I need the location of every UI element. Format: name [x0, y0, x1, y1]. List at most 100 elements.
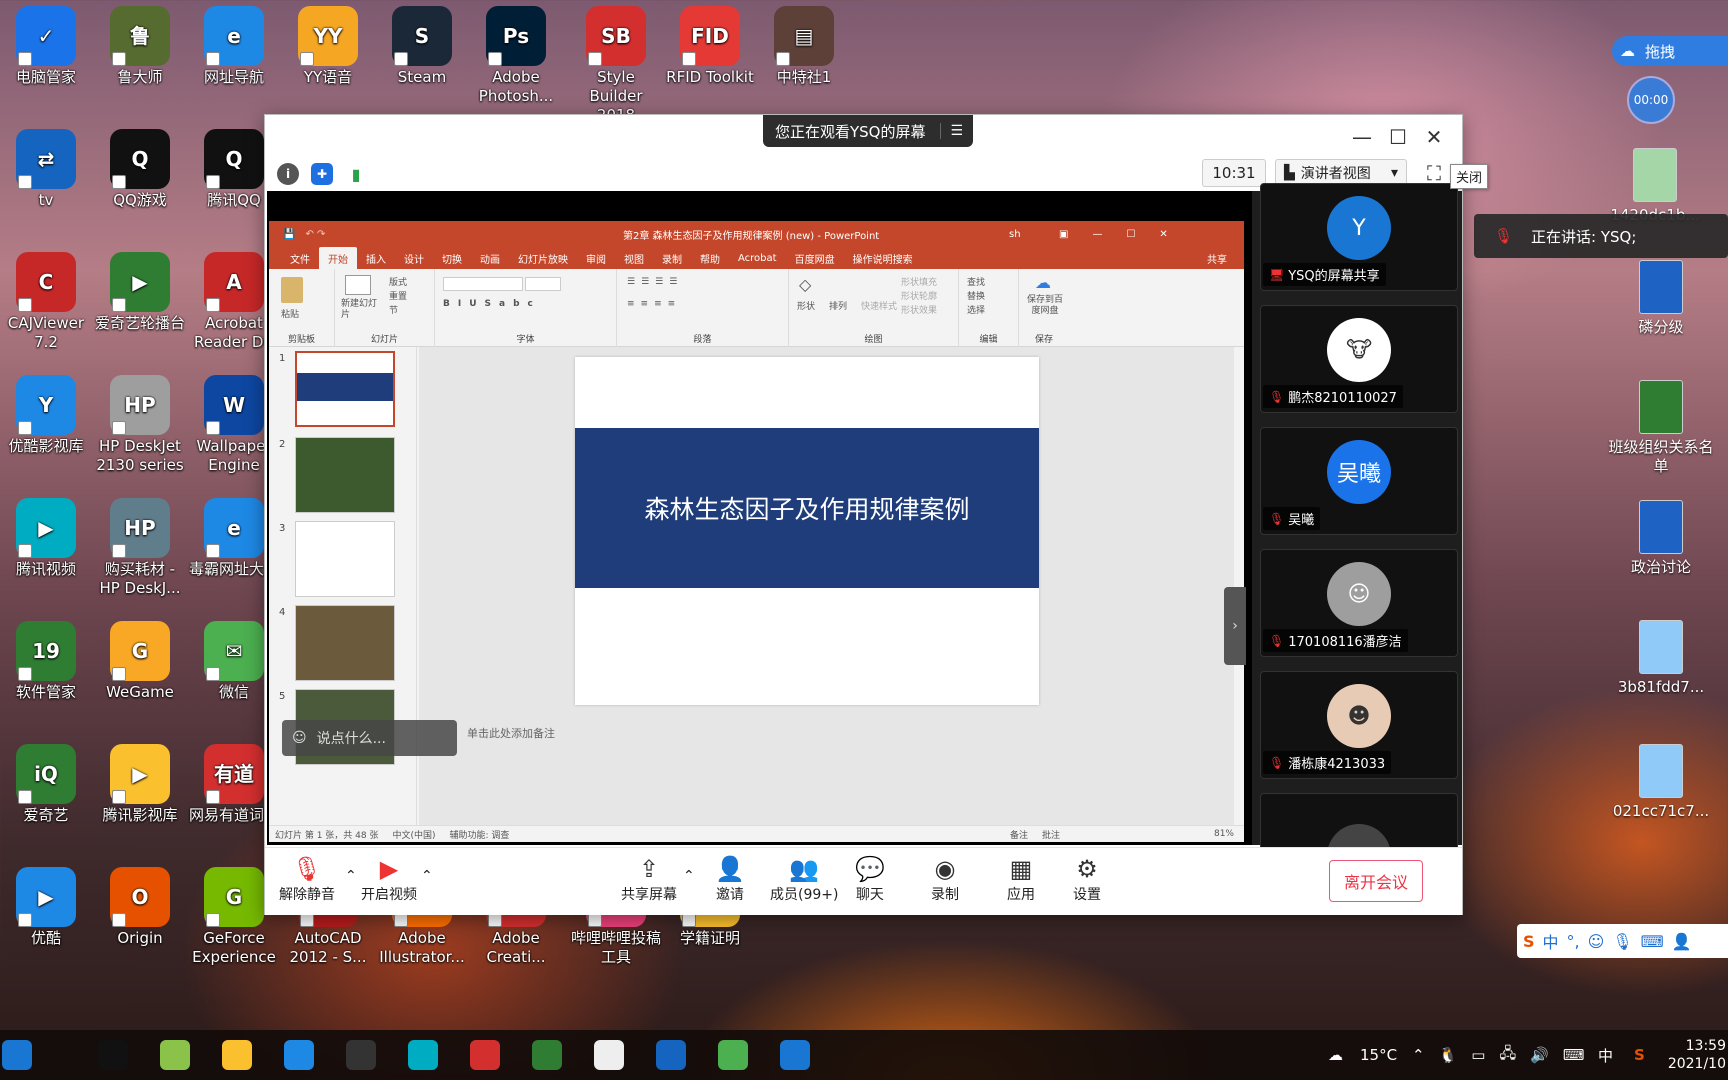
save-cloud-button[interactable]: 保存到百度网盘	[1023, 295, 1067, 317]
netease-music-icon[interactable]	[470, 1040, 500, 1070]
info-icon[interactable]: i	[277, 163, 299, 185]
desktop-icon[interactable]: 3b81fdd7...	[1606, 620, 1716, 697]
new-slide-button[interactable]: 新建幻灯片	[341, 299, 381, 321]
maximize-button[interactable]: ☐	[1381, 123, 1415, 151]
desktop-icon[interactable]: 20	[1710, 260, 1728, 337]
desktop-icon[interactable]: ✓ 电脑管家	[0, 0, 92, 87]
desktop-icon[interactable]: ▶ 腾讯影视库	[94, 738, 186, 825]
kugou-icon[interactable]	[160, 1040, 190, 1070]
desktop-icon[interactable]: 19 软件管家	[0, 615, 92, 702]
ribbon-tab[interactable]: 切换	[433, 247, 471, 270]
section-button[interactable]: 节	[389, 303, 398, 316]
status-accessibility[interactable]: 辅助功能: 调查	[450, 828, 510, 841]
desktop-icon[interactable]: FID RFID Toolkit	[664, 0, 756, 87]
emoji-icon[interactable]: ☺	[292, 730, 307, 746]
desktop-icon[interactable]: SBStyle Builder 2018	[570, 0, 662, 125]
start-icon[interactable]	[2, 1040, 32, 1070]
desktop-icon[interactable]: 磷分级	[1606, 260, 1716, 337]
desktop-icon[interactable]: HP 购买耗材 - HP DeskJ...	[94, 492, 186, 598]
find-button[interactable]: 查找	[967, 275, 985, 288]
settings-button[interactable]: ⚙ 设置	[1073, 854, 1101, 904]
video-editor-icon[interactable]	[346, 1040, 376, 1070]
ribbon-tab[interactable]: 插入	[357, 247, 395, 270]
wechat-icon[interactable]	[718, 1040, 748, 1070]
ribbon-tab[interactable]: 文件	[281, 247, 319, 270]
ribbon-tab[interactable]: 审阅	[577, 247, 615, 270]
new-slide-icon[interactable]	[345, 275, 371, 295]
cloud-save-icon[interactable]: ☁	[1035, 273, 1051, 292]
ppt-window-controls[interactable]: ▣—☐✕	[1059, 229, 1192, 240]
slide-thumb-1[interactable]	[295, 351, 395, 427]
punctuation-icon[interactable]: °,	[1567, 932, 1580, 951]
participant-tile[interactable]: 🐮 🎙 鹏杰8210110027	[1260, 305, 1458, 413]
battery-icon[interactable]: ▭	[1471, 1046, 1485, 1064]
qq-tray-icon[interactable]: 🐧	[1439, 1046, 1458, 1064]
close-button[interactable]: ✕	[1417, 123, 1451, 151]
invite-button[interactable]: 👤 邀请	[715, 854, 745, 904]
start-video-button[interactable]: ▶ 开启视频	[361, 854, 417, 904]
ime-toolbar[interactable]: S 中 °, ☺ 🎙 ⌨ 👤	[1517, 924, 1728, 958]
chevron-up-icon[interactable]: ⌃	[683, 868, 695, 884]
leave-meeting-button[interactable]: 离开会议	[1329, 860, 1423, 902]
desktop-icon[interactable]: 政治讨论	[1606, 500, 1716, 577]
comments-button[interactable]: 批注	[1042, 828, 1060, 841]
desktop-icon[interactable]: HP HP DeskJet 2130 series	[94, 369, 186, 475]
participant-tile[interactable]: 吴曦 🎙 吴曦	[1260, 427, 1458, 535]
weather-temp[interactable]: 15°C	[1360, 1030, 1397, 1080]
user-icon[interactable]: 👤	[1672, 932, 1692, 951]
clock[interactable]: 13:59 2021/10	[1668, 1030, 1726, 1080]
desktop-icon[interactable]: 021cc71c7...	[1606, 744, 1716, 821]
desktop-icon[interactable]: ▶ 腾讯视频	[0, 492, 92, 579]
desktop-icon[interactable]: e 网址导航	[188, 0, 280, 87]
ribbon-tab[interactable]: Acrobat	[729, 249, 786, 268]
share-button[interactable]: 共享	[1198, 247, 1236, 270]
shape-fill-button[interactable]: 形状填充	[901, 275, 937, 288]
shapes-button[interactable]: 形状	[797, 299, 815, 312]
apps-button[interactable]: ▦ 应用	[1007, 854, 1035, 904]
ribbon-tab[interactable]: 幻灯片放映	[509, 247, 577, 270]
layout-button[interactable]: 版式	[389, 275, 407, 288]
chrome-icon[interactable]	[222, 1040, 252, 1070]
ribbon-tab[interactable]: 操作说明搜索	[844, 247, 922, 270]
record-timer[interactable]: 00:00	[1627, 76, 1675, 124]
network-icon[interactable]: 🖧	[1499, 1043, 1516, 1068]
desktop-icon[interactable]: YY YY语音	[282, 0, 374, 87]
desktop-icon[interactable]: ▶ 爱奇艺轮播台	[94, 246, 186, 333]
desktop-icon[interactable]: Q QQ游戏	[94, 123, 186, 210]
arrange-button[interactable]: 排列	[829, 299, 847, 312]
font-format-buttons[interactable]: BIUSabc	[443, 299, 541, 309]
menu-icon[interactable]: ☰	[939, 123, 963, 139]
share-screen-button[interactable]: ⇪ 共享屏幕	[621, 854, 677, 904]
iqiyi-icon[interactable]	[532, 1040, 562, 1070]
current-slide[interactable]: 森林生态因子及作用规律案例	[575, 357, 1039, 705]
desktop-icon[interactable]: O Origin	[94, 861, 186, 948]
dingtalk-icon[interactable]	[594, 1040, 624, 1070]
weather-icon[interactable]: ☁	[1328, 1030, 1343, 1080]
ime-indicator[interactable]: 中	[1598, 1030, 1613, 1080]
font-size-input[interactable]	[525, 277, 561, 291]
paste-button[interactable]: 粘贴	[281, 307, 299, 320]
minimize-button[interactable]: —	[1345, 123, 1379, 151]
notes-button[interactable]: 备注	[1010, 828, 1028, 841]
participant-tile[interactable]: ☺ 🎙 170108116潘彦洁	[1260, 549, 1458, 657]
ribbon-tab[interactable]: 帮助	[691, 247, 729, 270]
reset-button[interactable]: 重置	[389, 289, 407, 302]
desktop-icon[interactable]: C CAJViewer 7.2	[0, 246, 92, 352]
meeting-icon[interactable]	[656, 1040, 686, 1070]
unmute-button[interactable]: 🎙 解除静音	[279, 854, 335, 904]
slide-thumb-3[interactable]	[295, 521, 395, 597]
ime-mode[interactable]: 中	[1543, 929, 1559, 953]
paste-icon[interactable]	[281, 277, 303, 303]
ribbon-tab[interactable]: 录制	[653, 247, 691, 270]
participant-tile[interactable]: Y 🖥 YSQ的屏幕共享	[1260, 183, 1458, 291]
ribbon-tab[interactable]: 视图	[615, 247, 653, 270]
shapes-icon[interactable]: ◇	[799, 275, 811, 294]
slide-thumb-4[interactable]	[295, 605, 395, 681]
shape-effect-button[interactable]: 形状效果	[901, 303, 937, 316]
mic-icon[interactable]: 🎙	[1612, 932, 1632, 951]
baidu-float-button[interactable]: ☁ 拖拽	[1612, 36, 1728, 66]
volume-icon[interactable]: 🔊	[1530, 1046, 1549, 1064]
desktop-icon[interactable]: Y 优酷影视库	[0, 369, 92, 456]
ribbon-tab[interactable]: 百度网盘	[786, 247, 844, 270]
shape-outline-button[interactable]: 形状轮廓	[901, 289, 937, 302]
